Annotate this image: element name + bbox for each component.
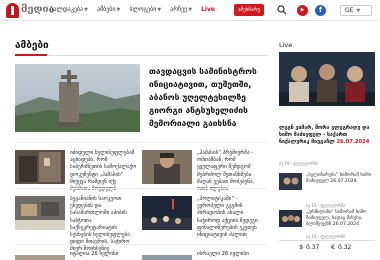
card-headline[interactable]: „ჰამასის“ პრემიერმა - ომთამბან, რომ ყველ…	[197, 150, 265, 193]
list-item-image[interactable]	[279, 210, 302, 227]
eur-rate: 0.32	[338, 244, 352, 251]
list-item-image[interactable]	[279, 173, 302, 190]
site-logo[interactable]: მედია	[6, 3, 55, 18]
dollar-icon: $	[299, 244, 304, 251]
row-divider	[15, 188, 267, 189]
euro-icon: €	[331, 244, 336, 251]
hero-headline[interactable]: თავდაცვის სამინისტროს ინიციატივით, თუშეთ…	[149, 65, 269, 130]
nav-item-news[interactable]: ამბები▼	[97, 6, 120, 13]
list-item[interactable]: „გრმილაზი“ ხიშორაშ ხიშო მაძიეფელ, სადაც …	[306, 210, 376, 228]
nav-item-live[interactable]: Live	[201, 6, 215, 13]
live-date: 26.07.2024	[336, 139, 370, 145]
language-select[interactable]: GE ▼	[340, 5, 372, 16]
list-item-meta: ივ 19 - ტელეფორმი	[306, 234, 346, 239]
card-image[interactable]	[15, 196, 65, 230]
card-image[interactable]	[15, 150, 65, 184]
chevron-down-icon: ▼	[84, 7, 88, 13]
chevron-down-icon: ▼	[116, 7, 121, 13]
live-headline[interactable]: ლეგნ ვიმარ, შორა ვლეგრადუ და ხიშო მაძიეფ…	[279, 125, 375, 146]
chevron-down-icon: ▼	[157, 7, 162, 13]
live-image[interactable]	[279, 52, 375, 106]
card-image[interactable]	[15, 250, 65, 260]
youtube-icon[interactable]: ▶	[297, 5, 308, 16]
row-divider	[15, 142, 267, 143]
card-headline[interactable]: „პოლიტიკაში“ - ევროპული გეგმის პირადობის…	[197, 196, 265, 239]
hero-image[interactable]	[15, 64, 140, 132]
section-divider	[15, 54, 267, 56]
card-image[interactable]	[142, 150, 192, 184]
nav-item-blogs[interactable]: ბლოგები▼	[129, 6, 161, 13]
list-item-meta: ივ 19 - ტელეფორმი	[306, 203, 346, 208]
live-title: Live	[279, 41, 293, 49]
top-navigation-bar: მედია ცალდაკება▼ ამბები▼ ბლოგები▼ არჩევ▼…	[0, 0, 380, 21]
search-icon[interactable]	[277, 5, 287, 15]
facebook-icon[interactable]: f	[315, 5, 326, 16]
section-title: ამბები	[15, 40, 49, 51]
card-image[interactable]	[142, 250, 192, 260]
donate-button[interactable]: ამეხმარე	[234, 4, 264, 16]
card-headline[interactable]: ისრაელი 26 ივლისი	[197, 251, 265, 258]
usd-rate: 0.37	[306, 244, 320, 251]
row-divider	[15, 244, 267, 245]
nav-item-more[interactable]: არჩევ▼	[170, 6, 192, 13]
card-headline[interactable]: იტალია 26 ივლისი	[70, 251, 138, 258]
nav-item-ambebi[interactable]: ცალდაკება▼	[50, 6, 88, 13]
logo-mark	[6, 3, 19, 18]
live-sidebar: Live ლეგნ ვიმარ, შორა ვლეგრადუ და ხიშო მ…	[279, 36, 380, 260]
card-image[interactable]	[142, 196, 192, 230]
currency-ticker: $ 0.37 € 0.32	[279, 240, 375, 253]
chevron-down-icon: ▼	[356, 8, 361, 14]
chevron-down-icon: ▼	[188, 7, 193, 13]
list-item[interactable]: „სულინარება“ ხიშორაშ ხიშო მაძიეფელ 26.07…	[306, 173, 376, 185]
main-nav: ცალდაკება▼ ამბები▼ ბლოგები▼ არჩევ▼ Live	[50, 6, 215, 13]
live-meta: ივ 19 - ტელეფორმი	[279, 161, 319, 166]
card-headline[interactable]: იძიდული ხელისუფლებამ აცხადებს, რომ საბერ…	[70, 150, 138, 193]
